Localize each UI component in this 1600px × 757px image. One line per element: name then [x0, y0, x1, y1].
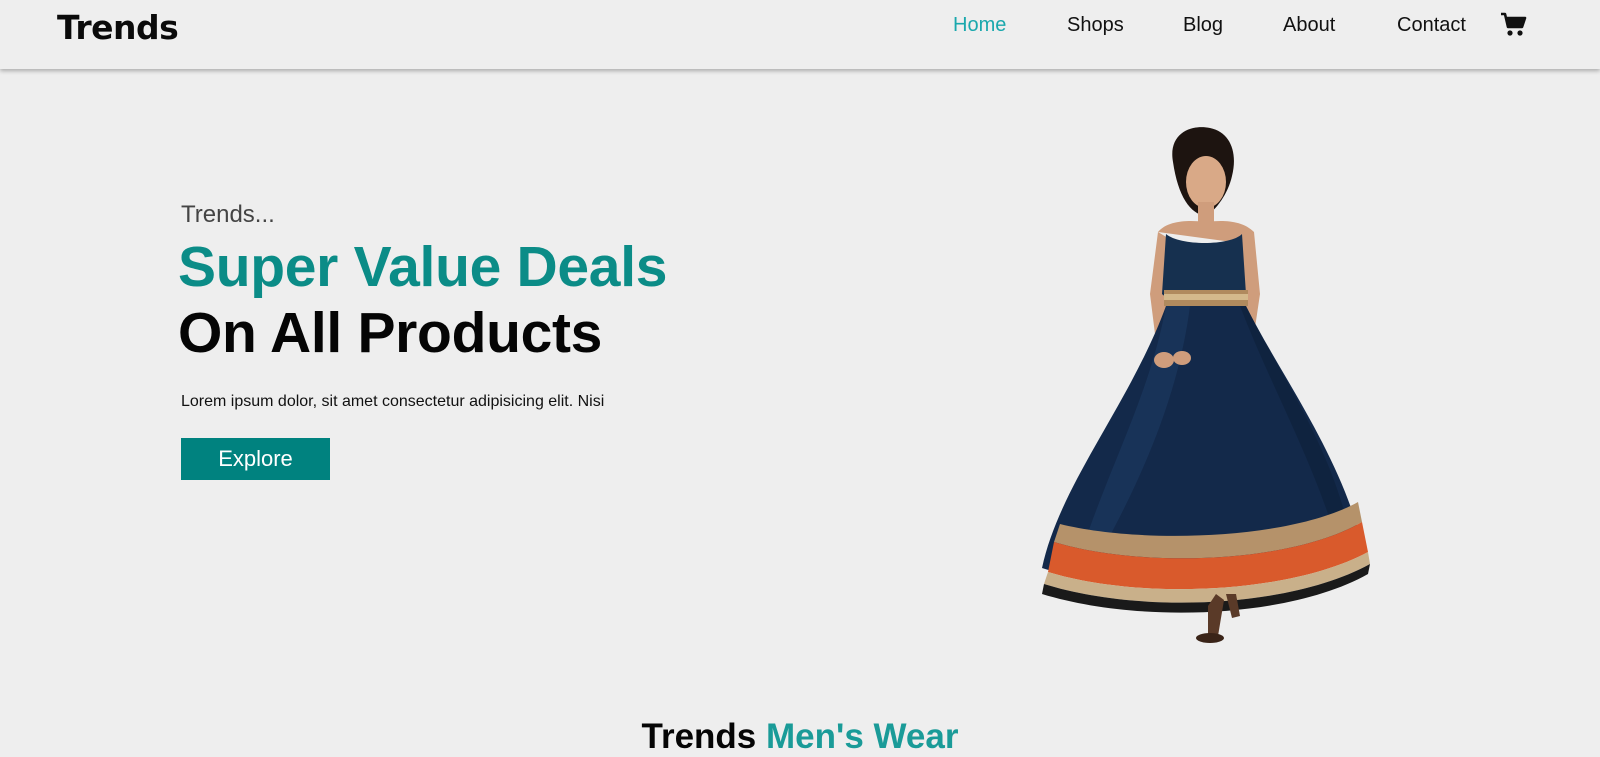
- shopping-cart-icon[interactable]: [1500, 12, 1528, 38]
- nav-item-blog[interactable]: Blog: [1183, 14, 1223, 37]
- hero-headline-accent: Super Value Deals: [178, 235, 668, 299]
- section-title: Trends Men's Wear: [0, 717, 1600, 757]
- nav-item-shops[interactable]: Shops: [1067, 14, 1124, 37]
- nav-item-home[interactable]: Home: [953, 14, 1006, 37]
- hero-tagline: Trends...: [181, 201, 275, 228]
- hero-model-image: [1040, 124, 1400, 664]
- nav-links: Home Shops Blog About Contact: [0, 14, 1600, 44]
- nav-item-contact[interactable]: Contact: [1397, 14, 1466, 37]
- hero-headline-main: On All Products: [178, 301, 603, 365]
- hero-description: Lorem ipsum dolor, sit amet consectetur …: [181, 393, 605, 410]
- explore-button[interactable]: Explore: [181, 438, 330, 480]
- section-title-accent: Men's Wear: [766, 717, 959, 756]
- nav-item-about[interactable]: About: [1283, 14, 1335, 37]
- navbar: Trends Home Shops Blog About Contact: [0, 0, 1600, 69]
- section-title-prefix: Trends: [641, 717, 757, 756]
